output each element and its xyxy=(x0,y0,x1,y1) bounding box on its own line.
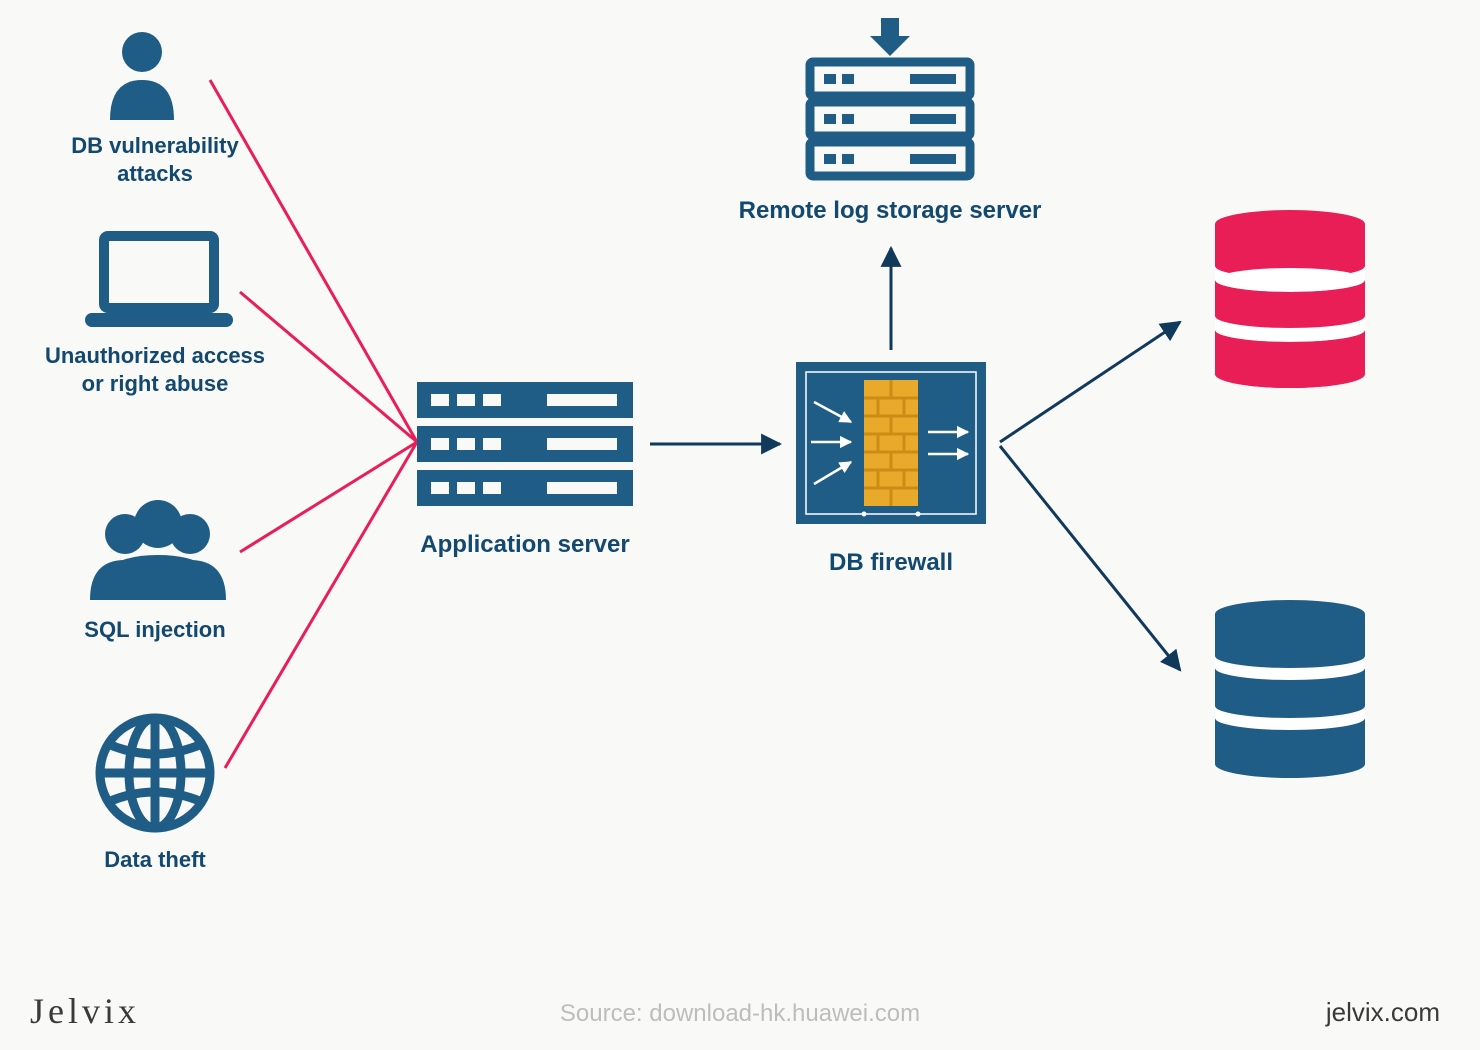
person-icon xyxy=(110,32,174,120)
laptop-icon xyxy=(92,236,226,320)
arrows-to-databases xyxy=(1000,322,1180,670)
source-attribution: Source: download-hk.huawei.com xyxy=(0,1000,1480,1028)
people-group-icon xyxy=(90,500,226,600)
label-app-server: Application server xyxy=(400,530,650,560)
label-db-firewall: DB firewall xyxy=(796,548,986,578)
database-blue-icon xyxy=(1215,600,1365,778)
remote-log-server-icon xyxy=(810,62,970,176)
download-arrow-icon xyxy=(870,18,910,56)
application-server-icon xyxy=(417,382,633,506)
site-url: jelvix.com xyxy=(1326,997,1440,1028)
threat-label-sql: SQL injection xyxy=(55,616,255,644)
db-firewall-icon xyxy=(796,362,986,524)
threat-label-db-vuln: DB vulnerabilityattacks xyxy=(30,132,280,187)
threat-label-unauth: Unauthorized accessor right abuse xyxy=(20,342,290,397)
label-remote-log: Remote log storage server xyxy=(720,196,1060,226)
threat-label-theft: Data theft xyxy=(55,846,255,874)
globe-icon xyxy=(100,718,210,828)
database-red-icon xyxy=(1215,210,1365,388)
